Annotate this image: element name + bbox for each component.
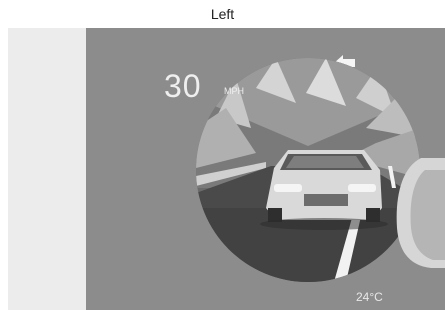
adjacent-car-icon <box>396 158 445 268</box>
image-caption: Left <box>210 6 235 22</box>
cluster-frame: 30 MPH 24°C <box>8 28 445 310</box>
instrument-cluster-display: 30 MPH 24°C <box>86 28 445 310</box>
speed-unit: MPH <box>224 86 244 96</box>
side-panel <box>8 28 86 310</box>
outside-temperature: 24°C <box>356 290 383 304</box>
speed-value: 30 <box>164 68 202 104</box>
